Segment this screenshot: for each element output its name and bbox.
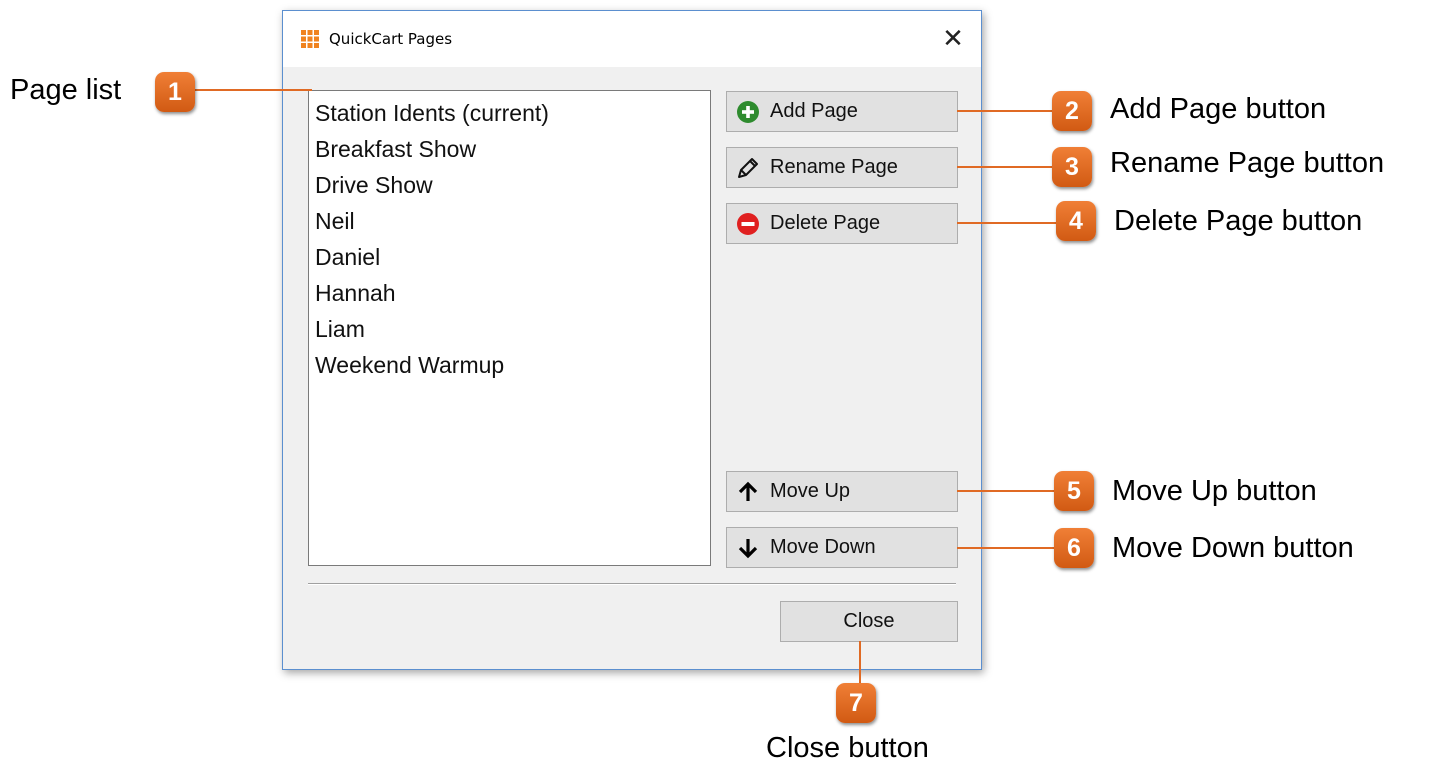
list-item[interactable]: Breakfast Show: [315, 131, 704, 167]
minus-circle-icon: [737, 212, 759, 235]
quickcart-pages-dialog: QuickCart Pages ✕ Station Idents (curren…: [282, 10, 982, 670]
page-list[interactable]: Station Idents (current) Breakfast Show …: [308, 90, 711, 566]
add-page-button[interactable]: Add Page: [726, 91, 958, 132]
grid-app-icon: [301, 30, 319, 48]
callout-label-rename-page: Rename Page button: [1110, 147, 1385, 179]
leader-line: [957, 110, 1057, 112]
footer-separator: [308, 583, 956, 585]
callout-label-delete-page: Delete Page button: [1114, 205, 1363, 237]
callout-badge-3: 3: [1052, 147, 1092, 187]
list-item[interactable]: Neil: [315, 203, 704, 239]
move-down-button[interactable]: Move Down: [726, 527, 958, 568]
delete-page-button[interactable]: Delete Page: [726, 203, 958, 244]
arrow-up-icon: [738, 481, 758, 501]
plus-circle-icon: [737, 100, 759, 123]
list-item[interactable]: Drive Show: [315, 167, 704, 203]
window-title: QuickCart Pages: [329, 30, 453, 48]
leader-line: [957, 166, 1057, 168]
callout-badge-5: 5: [1054, 471, 1094, 511]
callout-badge-4: 4: [1056, 201, 1096, 241]
close-label: Close: [843, 610, 895, 632]
callout-label-page-list: Page list: [10, 74, 122, 106]
callout-badge-7: 7: [836, 683, 876, 723]
window-close-icon[interactable]: ✕: [933, 21, 973, 57]
list-item[interactable]: Daniel: [315, 239, 704, 275]
close-button[interactable]: Close: [780, 601, 958, 642]
move-down-label: Move Down: [770, 536, 876, 558]
list-item[interactable]: Station Idents (current): [315, 95, 704, 131]
title-bar[interactable]: QuickCart Pages ✕: [283, 11, 981, 67]
rename-page-button[interactable]: Rename Page: [726, 147, 958, 188]
add-page-label: Add Page: [770, 100, 858, 122]
leader-line: [957, 222, 1057, 224]
list-item[interactable]: Weekend Warmup: [315, 347, 704, 383]
move-up-label: Move Up: [770, 480, 851, 502]
move-up-button[interactable]: Move Up: [726, 471, 958, 512]
pencil-icon: [738, 157, 758, 178]
callout-label-add-page: Add Page button: [1110, 93, 1327, 125]
list-item[interactable]: Liam: [315, 311, 704, 347]
callout-label-move-up: Move Up button: [1112, 475, 1317, 507]
leader-line: [957, 547, 1057, 549]
callout-badge-6: 6: [1054, 528, 1094, 568]
callout-label-close: Close button: [766, 732, 929, 764]
callout-badge-2: 2: [1052, 91, 1092, 131]
list-item[interactable]: Hannah: [315, 275, 704, 311]
rename-page-label: Rename Page: [770, 156, 898, 178]
arrow-down-icon: [738, 538, 758, 558]
callout-badge-1: 1: [155, 72, 195, 112]
leader-line: [195, 89, 312, 91]
callout-label-move-down: Move Down button: [1112, 532, 1354, 564]
delete-page-label: Delete Page: [770, 212, 881, 234]
leader-line: [859, 641, 861, 687]
leader-line: [957, 490, 1057, 492]
